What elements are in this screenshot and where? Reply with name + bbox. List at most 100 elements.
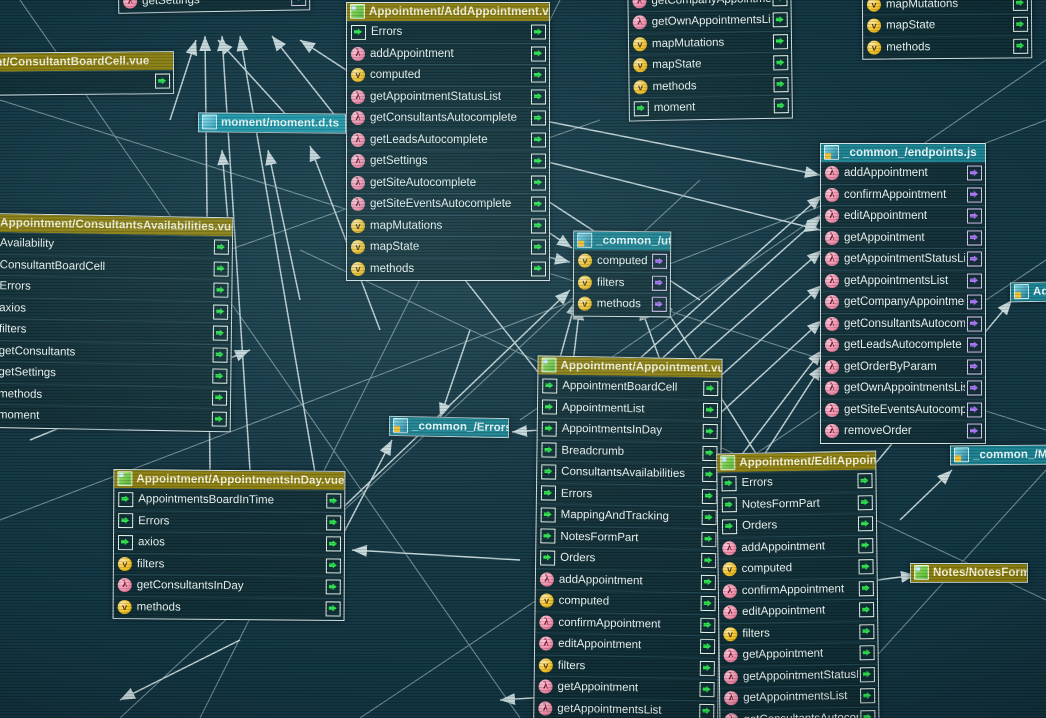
graph-node-consultantsAvailabilities[interactable]: Appointment/ConsultantsAvailabilities.vu…	[0, 212, 234, 432]
export-marker-icon[interactable]	[211, 411, 227, 428]
node-member-row[interactable]: λ getAppointmentStatusList	[347, 85, 549, 108]
node-member-row[interactable]: v mapMutations	[628, 30, 792, 55]
export-marker-icon[interactable]	[326, 493, 342, 509]
export-marker-icon[interactable]	[967, 402, 982, 418]
node-member-row[interactable]: λ getConsultantsAutocomplete	[720, 706, 879, 718]
node-member-row[interactable]: Errors	[114, 509, 345, 534]
node-header[interactable]: Notes/NotesFormPart.vue	[911, 564, 1027, 582]
node-member-row[interactable]: λ removeOrder	[821, 420, 985, 442]
node-member-row[interactable]: v filters	[573, 271, 671, 294]
export-marker-icon[interactable]	[699, 682, 715, 698]
export-marker-icon[interactable]	[857, 516, 874, 532]
export-marker-icon[interactable]	[857, 494, 873, 511]
node-member-row[interactable]: λ getAppointmentsList	[821, 269, 985, 292]
node-member-row[interactable]: λ editAppointment	[718, 598, 878, 623]
node-member-row[interactable]: λ getLeadsAutocomplete	[347, 128, 549, 151]
export-marker-icon[interactable]	[531, 24, 546, 40]
export-marker-icon[interactable]	[212, 368, 228, 385]
node-header[interactable]: Appointment/AppointmentsInDay.vue	[114, 469, 345, 491]
node-header[interactable]: _common_/endpoints.js	[821, 144, 985, 162]
node-member-row[interactable]: λ addAppointment	[821, 162, 985, 184]
node-member-row[interactable]: v mapState	[347, 236, 549, 258]
export-marker-icon[interactable]	[859, 623, 875, 640]
node-member-row[interactable]: λ getLeadsAutocomplete	[821, 334, 985, 356]
node-member-row[interactable]: λ getConsultantsInDay	[113, 573, 344, 598]
export-marker-icon[interactable]	[213, 304, 229, 320]
export-marker-icon[interactable]	[700, 596, 716, 612]
graph-node-notesFormPart[interactable]: Notes/NotesFormPart.vue	[910, 563, 1028, 583]
export-marker-icon[interactable]	[859, 645, 875, 661]
node-member-row[interactable]: λ getOrderByParam	[821, 355, 985, 378]
export-marker-icon[interactable]	[531, 218, 546, 234]
export-marker-icon[interactable]	[531, 175, 546, 191]
export-marker-icon[interactable]	[651, 297, 667, 313]
export-marker-icon[interactable]	[701, 531, 717, 547]
node-member-row[interactable]: axios	[113, 530, 345, 555]
node-member-row[interactable]: λ getSiteEventsAutocomplete	[347, 193, 549, 215]
export-marker-icon[interactable]	[967, 230, 982, 246]
export-marker-icon[interactable]	[1013, 17, 1029, 33]
graph-node-consultantsInDay[interactable]: λgetConsultantsInDayλgetSettings	[117, 0, 311, 14]
node-member-row[interactable]: λ getConsultantsAutocomplete	[347, 107, 549, 129]
node-member-row[interactable]: AppointmentsBoardInTime	[114, 487, 345, 512]
node-member-row[interactable]: v methods	[863, 34, 1032, 58]
export-marker-icon[interactable]	[701, 488, 718, 504]
node-member-row[interactable]: λ getAppointmentStatusList	[719, 663, 879, 688]
node-member-row[interactable]: λ getOwnAppointmentsList	[628, 8, 791, 33]
graph-node-appointmentsListTop[interactable]: λgetAppointmentsListλgetCompanyAppointme…	[627, 0, 793, 121]
export-marker-icon[interactable]	[211, 390, 228, 406]
node-member-row[interactable]: v mapState	[863, 13, 1032, 37]
export-marker-icon[interactable]	[967, 316, 982, 332]
node-header[interactable]: _common_/MappingAn	[950, 445, 1046, 465]
node-member-row[interactable]: λ getAppointmentsList	[720, 684, 879, 709]
graph-node-adminNode[interactable]: Admi	[1009, 281, 1046, 303]
export-marker-icon[interactable]	[699, 660, 715, 676]
export-marker-icon[interactable]	[212, 325, 228, 342]
node-member-row[interactable]: λ getCompanyAppointmentsList	[821, 291, 985, 313]
node-member-row[interactable]: v methods	[113, 595, 344, 620]
export-marker-icon[interactable]	[325, 558, 341, 574]
node-member-row[interactable]: v mapMutations	[347, 214, 549, 237]
node-header[interactable]: moment/moment.d.ts	[198, 113, 346, 133]
export-marker-icon[interactable]	[531, 89, 546, 105]
export-marker-icon[interactable]	[702, 424, 718, 440]
export-marker-icon[interactable]	[967, 359, 982, 375]
node-member-row[interactable]: v filters	[719, 620, 878, 645]
node-member-row[interactable]: λ getAppointment	[719, 641, 878, 666]
graph-node-appointmentsInDay[interactable]: Appointment/AppointmentsInDay.vue Appoint…	[112, 468, 346, 622]
node-member-row[interactable]: λ confirmAppointment	[821, 183, 985, 206]
export-marker-icon[interactable]	[967, 423, 982, 439]
node-member-row[interactable]: v mapState	[629, 51, 792, 76]
export-marker-icon[interactable]	[212, 347, 228, 363]
export-marker-icon[interactable]	[325, 601, 341, 617]
export-marker-icon[interactable]	[213, 239, 230, 256]
graph-node-errorsJs[interactable]: _common_/Errors.js	[388, 415, 510, 439]
node-header[interactable]: _common_/Errors.js	[389, 416, 509, 438]
node-header[interactable]: _common_/util.js	[574, 231, 671, 251]
node-member-row[interactable]: λ getOwnAppointmentsList	[821, 377, 985, 399]
export-marker-icon[interactable]	[967, 380, 982, 396]
node-member-row[interactable]: λ confirmAppointment	[718, 577, 877, 602]
node-member-row[interactable]: λ getConsultantsAutocomplete	[821, 312, 985, 335]
export-marker-icon[interactable]	[859, 602, 875, 618]
node-member-row[interactable]: λ addAppointment	[347, 42, 549, 65]
export-marker-icon[interactable]	[291, 0, 307, 6]
node-member-row[interactable]: v computed	[574, 249, 671, 272]
node-member-row[interactable]: v methods	[573, 292, 670, 315]
export-marker-icon[interactable]	[700, 617, 716, 633]
export-marker-icon[interactable]	[967, 187, 982, 203]
graph-node-addAppointment[interactable]: Appointment/AddAppointment.vue Errors λ add…	[346, 2, 550, 281]
export-marker-icon[interactable]	[967, 273, 982, 289]
export-marker-icon[interactable]	[967, 294, 982, 310]
export-marker-icon[interactable]	[531, 110, 546, 126]
graph-node-appointmentVue[interactable]: Appointment/Appointment.vue AppointmentBo…	[532, 355, 723, 718]
export-marker-icon[interactable]	[531, 67, 546, 83]
export-marker-icon[interactable]	[155, 73, 171, 89]
export-marker-icon[interactable]	[860, 709, 876, 718]
node-member-row[interactable]: λ getAppointmentStatusList	[821, 248, 985, 270]
node-member-row[interactable]: moment	[629, 94, 792, 119]
graph-node-mappingAndTracking[interactable]: _common_/MappingAn	[949, 444, 1046, 466]
graph-node-topRightNode[interactable]: λconfirmAppointmentvmapMutationsvmapStat…	[861, 0, 1033, 60]
export-marker-icon[interactable]	[1013, 38, 1029, 54]
export-marker-icon[interactable]	[213, 261, 229, 277]
